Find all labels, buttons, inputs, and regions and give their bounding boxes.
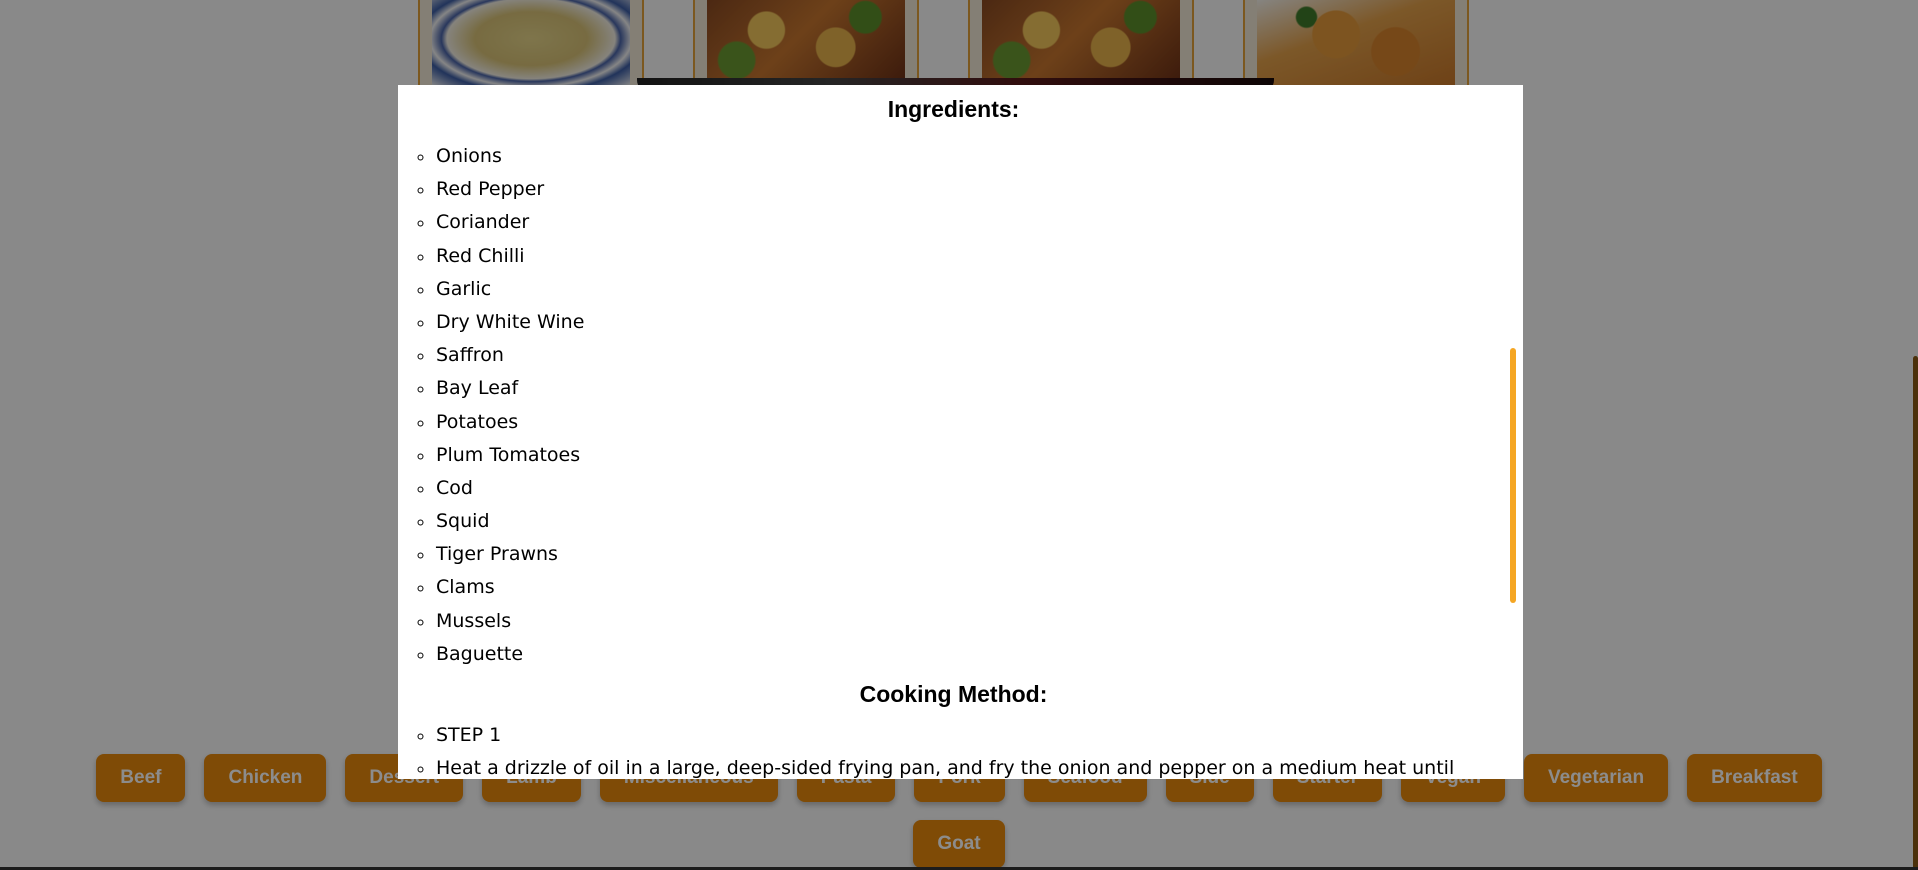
modal-content: Ingredients: Onions Red Pepper Coriander…	[398, 85, 1509, 779]
ingredient-item: Red Chilli	[435, 240, 1509, 273]
ingredient-item: Clams	[435, 571, 1509, 604]
ingredient-item: Plum Tomatoes	[435, 439, 1509, 472]
ingredient-item: Potatoes	[435, 406, 1509, 439]
ingredient-item: Mussels	[435, 605, 1509, 638]
recipe-modal: Ingredients: Onions Red Pepper Coriander…	[398, 85, 1523, 779]
ingredient-item: Saffron	[435, 339, 1509, 372]
method-step: STEP 1	[435, 719, 1509, 752]
cooking-method-heading: Cooking Method:	[859, 681, 1048, 707]
ingredient-item: Cod	[435, 472, 1509, 505]
ingredient-item: Garlic	[435, 273, 1509, 306]
ingredients-list: Onions Red Pepper Coriander Red Chilli G…	[398, 140, 1509, 671]
ingredients-heading: Ingredients:	[887, 96, 1020, 122]
ingredient-item: Tiger Prawns	[435, 538, 1509, 571]
ingredient-item: Onions	[435, 140, 1509, 173]
modal-scrollbar-thumb[interactable]	[1510, 348, 1516, 603]
ingredient-item: Red Pepper	[435, 173, 1509, 206]
ingredient-item: Squid	[435, 505, 1509, 538]
cooking-method-list: STEP 1 Heat a drizzle of oil in a large,…	[398, 719, 1509, 779]
ingredient-item: Dry White Wine	[435, 306, 1509, 339]
method-step: Heat a drizzle of oil in a large, deep-s…	[435, 752, 1509, 779]
ingredient-item: Coriander	[435, 206, 1509, 239]
ingredient-item: Bay Leaf	[435, 372, 1509, 405]
ingredient-item: Baguette	[435, 638, 1509, 671]
